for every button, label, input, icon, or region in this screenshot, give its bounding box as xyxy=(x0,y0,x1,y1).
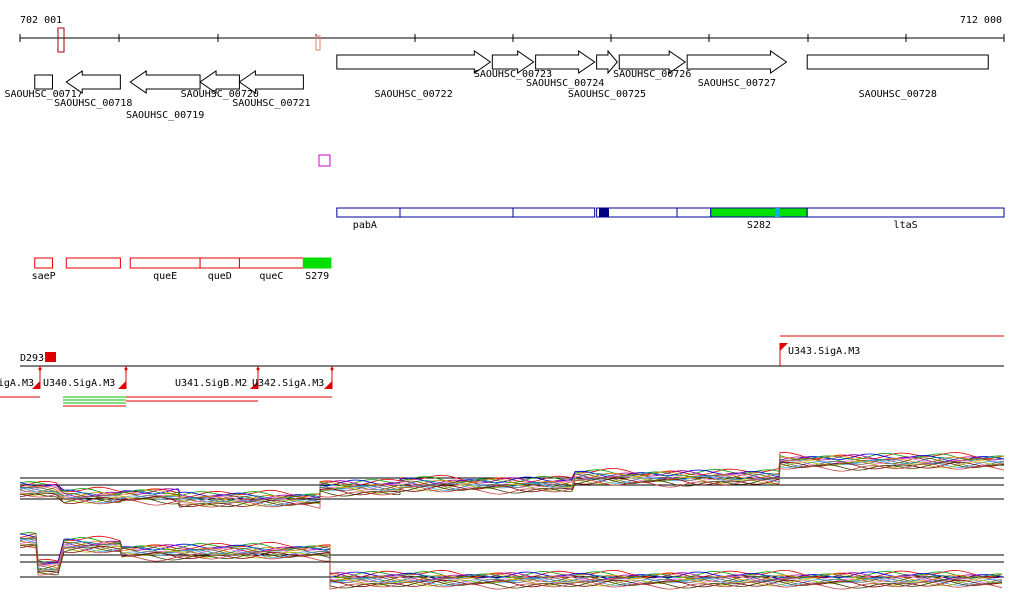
gene-label: SAOUHSC_00719 xyxy=(126,110,204,121)
gene-label: SAOUHSC_00718 xyxy=(54,98,132,109)
operon-box-blue[interactable] xyxy=(806,207,1005,218)
expression-trace xyxy=(19,543,1003,587)
operon-label: queD xyxy=(208,271,232,282)
operon-box-red[interactable] xyxy=(129,257,201,269)
expression-traces-2 xyxy=(19,532,1003,590)
gene-arrow[interactable] xyxy=(34,74,53,90)
magenta-square-marker xyxy=(318,154,331,167)
operon-box-red[interactable] xyxy=(302,257,332,269)
coordinate-start-label: 702 001 xyxy=(20,15,62,26)
operon-box-red[interactable] xyxy=(199,257,240,269)
gene-label: SAOUHSC_00727 xyxy=(698,78,776,89)
genome-browser-view: 702 001 712 000 SAOUHSC_00717SAOUHSC_007… xyxy=(0,15,1005,590)
expression-trace xyxy=(19,533,1003,580)
coordinate-axis: 702 001 712 000 xyxy=(19,15,1005,53)
promoter-label: U341.SigB.M2 xyxy=(175,378,247,389)
promoter-label: U343.SigA.M3 xyxy=(788,346,860,357)
gene-label: SAOUHSC_00726 xyxy=(613,69,691,80)
promoter-label: D293 xyxy=(20,353,44,364)
promoter-marker[interactable] xyxy=(45,352,56,362)
operon-box-blue[interactable] xyxy=(710,207,808,218)
gene-label: SAOUHSC_00724 xyxy=(526,78,604,89)
promoter-dot xyxy=(330,367,334,371)
promoter-label: SigA.M3 xyxy=(0,378,34,389)
expression-panel-1 xyxy=(19,451,1005,509)
gene-track: SAOUHSC_00717SAOUHSC_00718SAOUHSC_00719S… xyxy=(4,49,989,121)
operon-highlight-cyan xyxy=(775,208,780,217)
operon-label: S282 xyxy=(747,220,771,231)
gene-label: SAOUHSC_00721 xyxy=(232,98,310,109)
promoter-label: U342.SigA.M3 xyxy=(252,378,324,389)
operon-label: queE xyxy=(153,271,177,282)
gene-arrow[interactable] xyxy=(686,50,788,74)
operon-box-red[interactable] xyxy=(34,257,53,269)
operon-track-red: saeP queE queD queC S279 xyxy=(32,257,332,282)
gene-arrow[interactable] xyxy=(336,50,492,74)
operon-label: S279 xyxy=(305,271,329,282)
promoter-label: U340.SigA.M3 xyxy=(43,378,115,389)
promoter-dot xyxy=(124,367,128,371)
operon-label: pabA xyxy=(353,220,377,231)
promoter-flag[interactable] xyxy=(118,381,126,389)
gene-label: SAOUHSC_00722 xyxy=(374,89,452,100)
operon-track-blue: pabA S282 ltaS xyxy=(336,207,1005,231)
operon-box-blue[interactable] xyxy=(596,207,712,218)
expression-traces-1 xyxy=(19,451,1005,509)
gene-arrow[interactable] xyxy=(806,54,989,70)
coordinate-end-label: 712 000 xyxy=(960,15,1002,26)
gene-label: SAOUHSC_00728 xyxy=(859,89,937,100)
promoter-track: D293 U343.SigA.M3 SigA.M3 U340.SigA.M3 U341.… xyxy=(0,335,1004,407)
operon-label: ltaS xyxy=(894,220,918,231)
expression-panel-2 xyxy=(19,532,1004,590)
gene-label: SAOUHSC_00725 xyxy=(568,89,646,100)
operon-box-red[interactable] xyxy=(65,257,121,269)
operon-highlight-navy xyxy=(599,208,609,217)
expression-trace xyxy=(19,537,1003,581)
promoter-flag[interactable] xyxy=(324,381,332,389)
promoter-flag[interactable] xyxy=(780,343,788,351)
operon-label: saeP xyxy=(32,271,56,282)
axis-marker-red xyxy=(57,27,65,53)
promoter-dot xyxy=(38,367,42,371)
operon-box-blue[interactable] xyxy=(336,207,596,218)
operon-box-red[interactable] xyxy=(238,257,304,269)
promoter-dot xyxy=(256,367,260,371)
operon-label: queC xyxy=(259,271,283,282)
